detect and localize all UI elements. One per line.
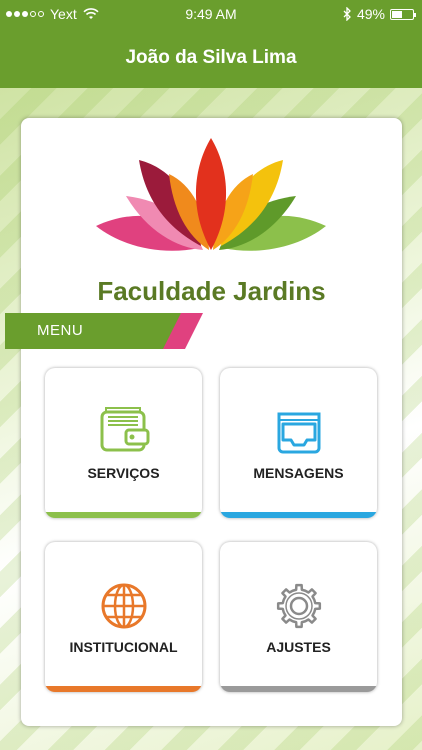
- ajustes-label: AJUSTES: [266, 639, 331, 655]
- status-right: 49%: [343, 6, 416, 22]
- mensagens-label: MENSAGENS: [253, 465, 344, 481]
- servicos-label: SERVIÇOS: [87, 465, 160, 481]
- menu-banner: MENU: [5, 313, 203, 349]
- servicos-accent-bar: [45, 512, 202, 518]
- gear-icon: [276, 583, 322, 629]
- lotus-logo: [96, 138, 326, 251]
- page-title: João da Silva Lima: [125, 47, 297, 68]
- bluetooth-icon: [343, 7, 351, 21]
- menu-banner-shape: [5, 313, 203, 349]
- app-header: João da Silva Lima: [0, 28, 422, 88]
- status-bar: Yext 9:49 AM 49%: [0, 0, 422, 28]
- menu-label: MENU: [37, 322, 84, 339]
- ajustes-button[interactable]: AJUSTES: [220, 542, 377, 692]
- servicos-button[interactable]: SERVIÇOS: [45, 368, 202, 518]
- institucional-accent-bar: [45, 686, 202, 692]
- wallet-icon: [100, 407, 150, 452]
- mensagens-accent-bar: [220, 512, 377, 518]
- main-card: Faculdade Jardins MENU SERVIÇOS MENSAGEN…: [5, 118, 402, 726]
- globe-icon: [101, 583, 147, 629]
- logo-text: Faculdade Jardins: [97, 276, 326, 306]
- mensagens-button[interactable]: MENSAGENS: [220, 368, 377, 518]
- battery-icon: [390, 8, 416, 20]
- ajustes-accent-bar: [220, 686, 377, 692]
- institucional-button[interactable]: INSTITUCIONAL: [45, 542, 202, 692]
- institucional-label: INSTITUCIONAL: [69, 639, 178, 655]
- inbox-tray-icon: [277, 412, 321, 454]
- battery-percent: 49%: [356, 6, 385, 22]
